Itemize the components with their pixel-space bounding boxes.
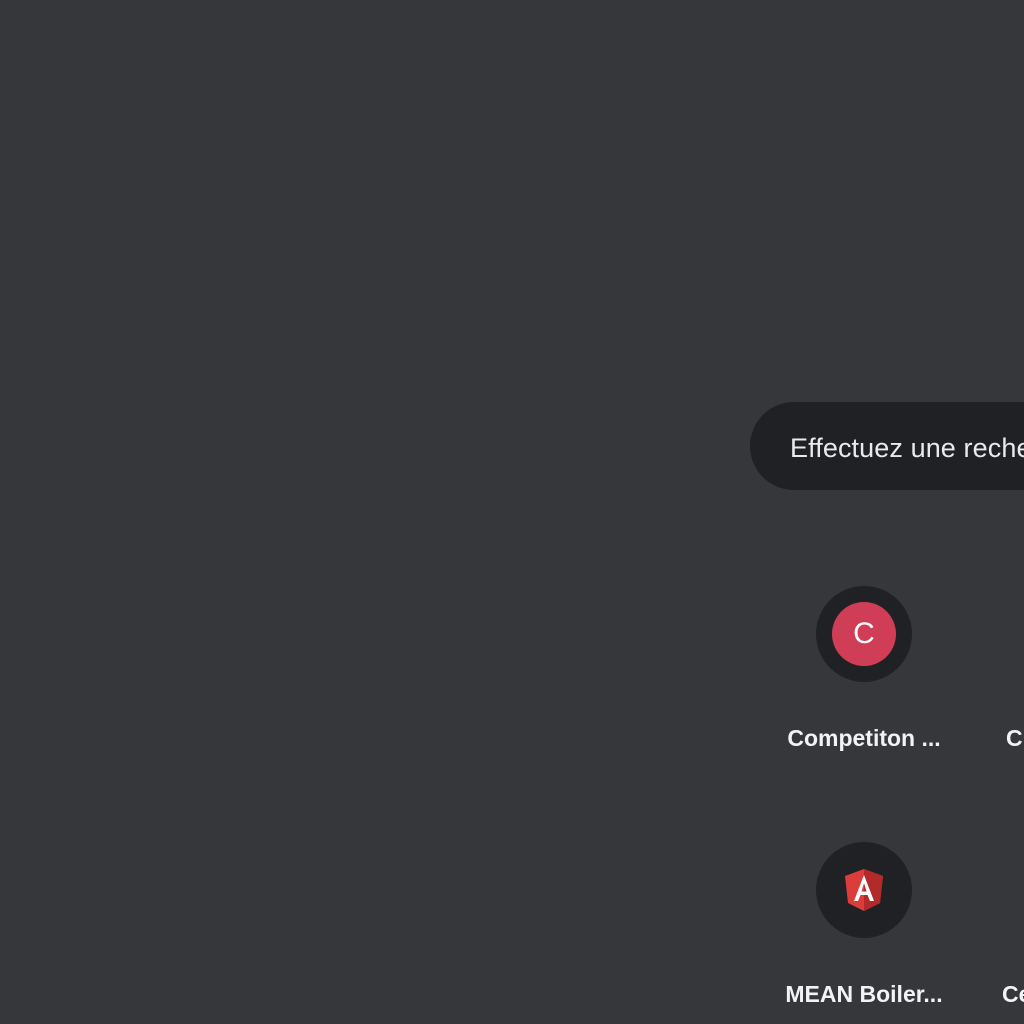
search-placeholder: Effectuez une recherche sur Google ou sa… xyxy=(790,433,1024,463)
shortcut-title-partial[interactable]: Ce xyxy=(1002,980,1024,1008)
shortcut-icon-circle: C xyxy=(816,586,912,682)
shortcut-icon-circle xyxy=(816,842,912,938)
shortcut-title: MEAN Boiler... xyxy=(785,981,943,1007)
shortcut-tile-competiton[interactable]: C Competiton ... xyxy=(776,586,952,786)
angular-icon xyxy=(845,869,883,911)
shortcut-title-partial[interactable]: C xyxy=(1006,724,1023,752)
search-box[interactable]: Effectuez une recherche sur Google ou sa… xyxy=(750,402,1024,490)
new-tab-page: Effectuez une recherche sur Google ou sa… xyxy=(0,0,1024,1024)
letter-c-icon: C xyxy=(832,602,896,666)
shortcut-title: Competiton ... xyxy=(787,725,941,751)
shortcut-tile-mean-boiler[interactable]: MEAN Boiler... xyxy=(776,842,952,1024)
